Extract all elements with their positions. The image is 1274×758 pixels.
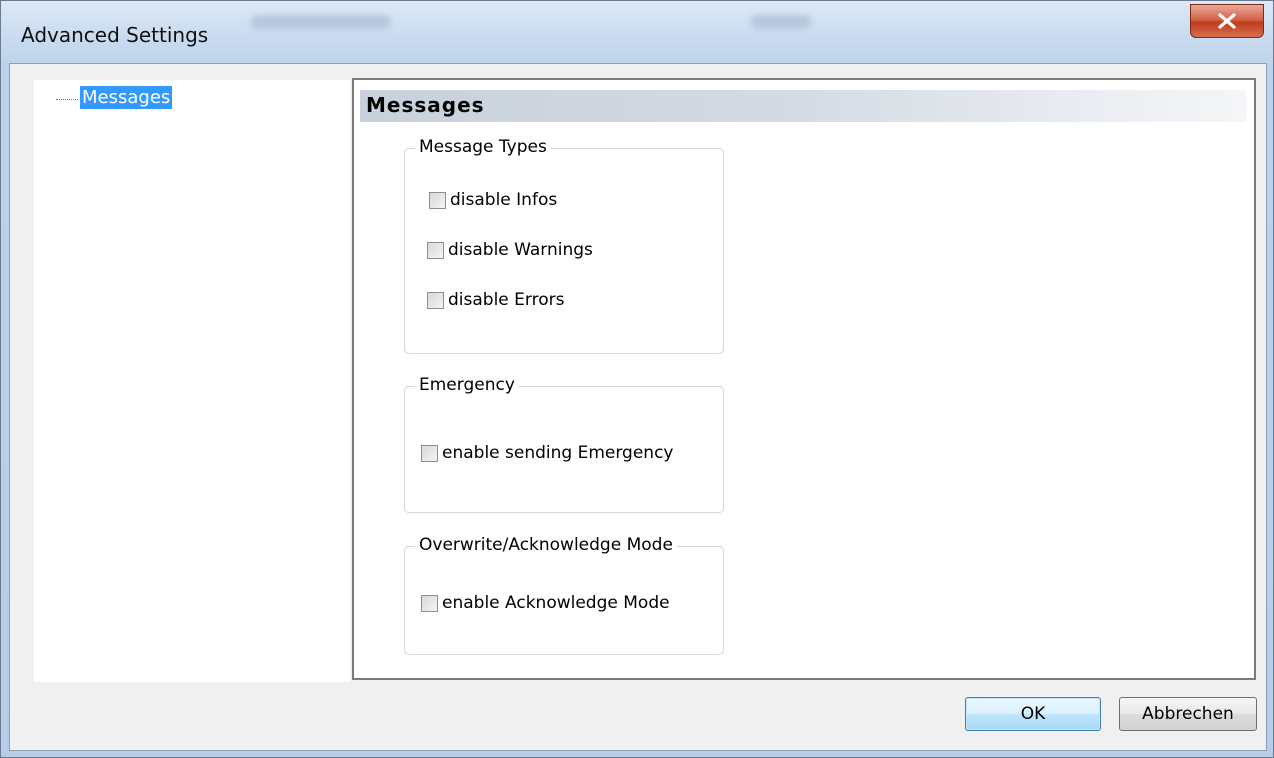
checkbox-row-disable-errors[interactable]: disable Errors: [427, 290, 564, 310]
panel-header-title: Messages: [366, 93, 485, 117]
dialog-client-area: Messages Messages Message Types disable …: [9, 63, 1267, 751]
enable-acknowledge-checkbox[interactable]: [421, 594, 438, 612]
group-legend: Overwrite/Acknowledge Mode: [415, 535, 677, 555]
checkbox-label[interactable]: enable Acknowledge Mode: [442, 593, 670, 613]
group-legend: Message Types: [415, 137, 551, 157]
close-button[interactable]: [1190, 4, 1264, 38]
advanced-settings-dialog: Advanced Settings Messages Messages Mess…: [0, 0, 1274, 758]
cancel-button[interactable]: Abbrechen: [1119, 697, 1257, 731]
disable-errors-checkbox[interactable]: [427, 291, 444, 309]
tree-item-label: Messages: [80, 86, 173, 109]
group-acknowledge-mode: Overwrite/Acknowledge Mode enable Acknow…: [404, 535, 724, 655]
disable-infos-checkbox[interactable]: [429, 191, 446, 209]
checkbox-row-enable-acknowledge[interactable]: enable Acknowledge Mode: [421, 593, 670, 613]
tree-connector-line: [56, 98, 78, 101]
close-icon: [1218, 13, 1236, 29]
checkbox-label[interactable]: disable Errors: [448, 290, 564, 310]
blurred-background-text: [251, 15, 391, 29]
checkbox-label[interactable]: disable Infos: [450, 190, 557, 210]
checkbox-label[interactable]: enable sending Emergency: [442, 443, 673, 463]
ok-button[interactable]: OK: [965, 697, 1101, 731]
checkbox-row-disable-infos[interactable]: disable Infos: [429, 190, 557, 210]
checkbox-label[interactable]: disable Warnings: [448, 240, 593, 260]
group-message-types: Message Types disable Infos disable Warn…: [404, 137, 724, 354]
panel-header: Messages: [360, 90, 1246, 122]
window-title: Advanced Settings: [21, 23, 209, 47]
group-emergency: Emergency enable sending Emergency: [404, 375, 724, 513]
disable-warnings-checkbox[interactable]: [427, 241, 444, 259]
messages-panel: Messages Message Types disable Infos dis…: [352, 78, 1256, 680]
enable-emergency-checkbox[interactable]: [421, 444, 438, 462]
tree-item-messages[interactable]: Messages: [56, 86, 173, 109]
group-legend: Emergency: [415, 375, 519, 395]
checkbox-row-enable-emergency[interactable]: enable sending Emergency: [421, 443, 673, 463]
settings-tree[interactable]: Messages: [34, 80, 350, 682]
title-bar[interactable]: Advanced Settings: [1, 1, 1273, 63]
checkbox-row-disable-warnings[interactable]: disable Warnings: [427, 240, 593, 260]
blurred-background-text: [751, 15, 811, 29]
